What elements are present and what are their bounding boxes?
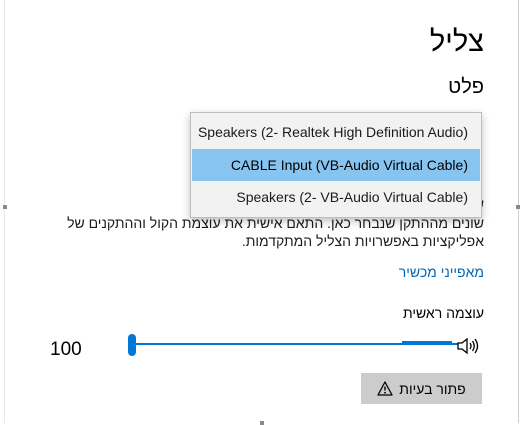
- section-title-output: פלט: [448, 76, 484, 98]
- page-title: צליל: [429, 26, 484, 58]
- slider-thumb[interactable]: [128, 334, 136, 356]
- dropdown-option-selected[interactable]: CABLE Input (VB-Audio Virtual Cable): [192, 149, 480, 181]
- troubleshoot-label: פתור בעיות: [399, 380, 466, 397]
- output-device-dropdown[interactable]: Speakers (2- Realtek High Definition Aud…: [190, 112, 482, 218]
- warning-icon: [377, 381, 393, 396]
- window-edge-marker: [516, 205, 520, 209]
- slider-level-indicator: [402, 341, 452, 345]
- device-properties-link[interactable]: מאפייני מכשיר: [399, 264, 484, 280]
- troubleshoot-button[interactable]: פתור בעיות: [361, 373, 482, 404]
- volume-value: 100: [50, 339, 82, 360]
- dropdown-option[interactable]: Speakers (2- VB-Audio Virtual Cable): [192, 181, 480, 213]
- master-volume-label: עוצמה ראשית: [402, 305, 484, 321]
- window-edge-marker: [3, 205, 7, 209]
- window-edge-marker: [260, 421, 264, 425]
- master-volume-slider[interactable]: [128, 332, 458, 356]
- speaker-icon[interactable]: [456, 336, 480, 356]
- description-line: אפליקציות באפשרויות הצליל המתקדמות.: [241, 233, 484, 249]
- dropdown-option[interactable]: Speakers (2- Realtek High Definition Aud…: [192, 116, 480, 148]
